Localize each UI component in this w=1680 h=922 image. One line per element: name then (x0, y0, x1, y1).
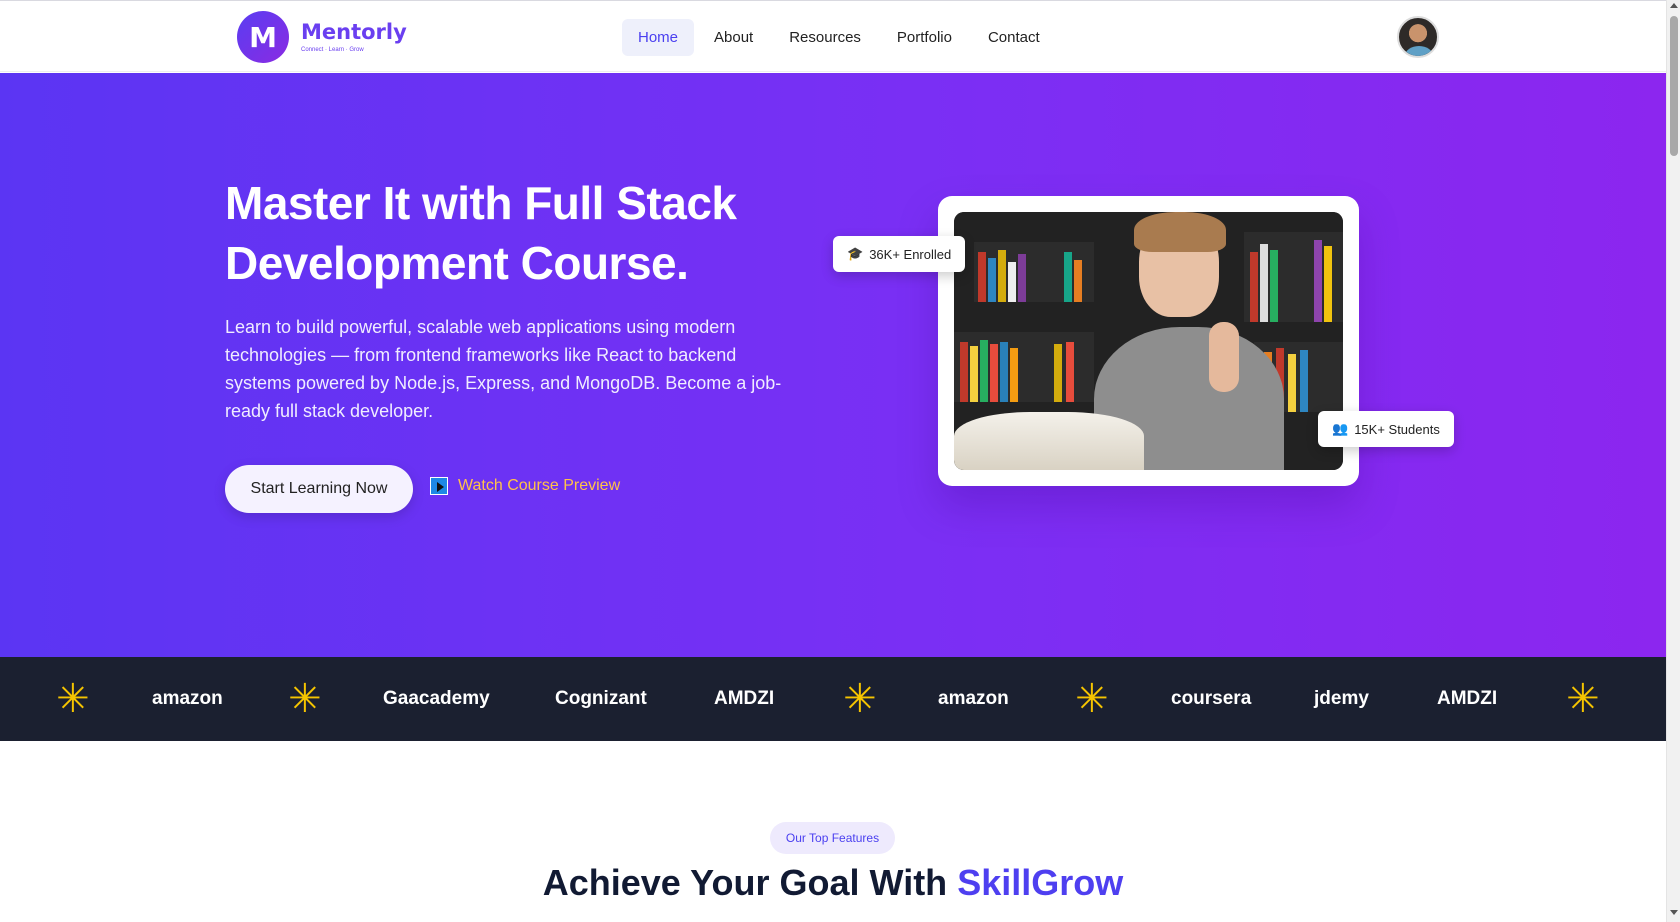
shelf-top-left (974, 242, 1094, 302)
shelf-bottom-left (954, 332, 1094, 402)
partner-logo: coursera (1171, 688, 1252, 709)
main-nav: Home About Resources Portfolio Contact (622, 19, 1060, 56)
course-video-card[interactable] (938, 196, 1359, 486)
person-hair (1134, 212, 1226, 252)
graduation-cap-icon: 🎓 (847, 246, 864, 261)
asterisk-icon: ✳ (1566, 676, 1600, 722)
nav-resources[interactable]: Resources (773, 19, 877, 56)
watch-preview-label: Watch Course Preview (458, 477, 621, 494)
partner-logo: Gaacademy (383, 688, 490, 709)
avatar-shirt (1405, 46, 1433, 56)
features-title-accent: SkillGrow (957, 862, 1124, 903)
features-title: Achieve Your Goal With SkillGrow (0, 862, 1666, 904)
play-icon (430, 477, 448, 495)
enrolled-count: 36K+ Enrolled (869, 246, 952, 262)
nav-home[interactable]: Home (622, 19, 695, 56)
logo-text: Mentorly Connect · Learn · Grow (301, 20, 407, 54)
logo[interactable]: M Mentorly Connect · Learn · Grow (237, 11, 407, 63)
enrolled-badge: 🎓 36K+ Enrolled (833, 236, 966, 272)
partner-logo: Cognizant (555, 688, 647, 709)
marquee-fade (1606, 657, 1666, 741)
nav-contact[interactable]: Contact (972, 19, 1056, 56)
site-header: M Mentorly Connect · Learn · Grow Home A… (0, 0, 1666, 72)
features-title-main: Achieve Your Goal With (542, 862, 948, 903)
scroll-thumb[interactable] (1670, 16, 1678, 156)
hero-section: Master It with Full Stack Development Co… (0, 73, 1666, 657)
open-book (954, 412, 1144, 470)
features-pill: Our Top Features (770, 822, 895, 854)
students-count: 15K+ Students (1354, 421, 1440, 437)
nav-about[interactable]: About (698, 19, 769, 56)
asterisk-icon: ✳ (1075, 676, 1109, 722)
page-scrollbar[interactable] (1666, 0, 1680, 922)
students-icon: 👥 (1332, 421, 1349, 436)
person-hand (1209, 322, 1239, 392)
partner-logo: AMDZI (714, 688, 775, 709)
scroll-up-arrow-icon[interactable] (1670, 3, 1678, 8)
partner-logo: amazon (152, 688, 223, 709)
course-video-thumbnail[interactable] (954, 212, 1343, 470)
asterisk-icon: ✳ (56, 676, 90, 722)
user-avatar[interactable] (1397, 16, 1439, 58)
nav-portfolio[interactable]: Portfolio (881, 19, 968, 56)
asterisk-icon: ✳ (288, 676, 322, 722)
scroll-down-arrow-icon[interactable] (1670, 910, 1678, 915)
start-learning-button[interactable]: Start Learning Now (225, 465, 413, 513)
partner-logo: AMDZI (1437, 688, 1498, 709)
partner-logo: jdemy (1314, 688, 1369, 709)
page: M Mentorly Connect · Learn · Grow Home A… (0, 0, 1680, 922)
partners-marquee: ✳ amazon ✳ Gaacademy Cognizant AMDZI ✳ a… (0, 657, 1666, 741)
hero-description: Learn to build powerful, scalable web ap… (225, 317, 782, 421)
logo-name: Mentorly (301, 20, 407, 44)
shelf-right (1244, 232, 1343, 322)
watch-preview-link[interactable]: Watch Course Preview (430, 477, 620, 495)
partner-logo: amazon (938, 688, 1009, 709)
asterisk-icon: ✳ (843, 676, 877, 722)
hero-title: Master It with Full Stack Development Co… (225, 177, 737, 289)
logo-tagline: Connect · Learn · Grow (301, 47, 364, 53)
students-badge: 👥 15K+ Students (1318, 411, 1454, 447)
logo-badge: M (237, 11, 289, 63)
